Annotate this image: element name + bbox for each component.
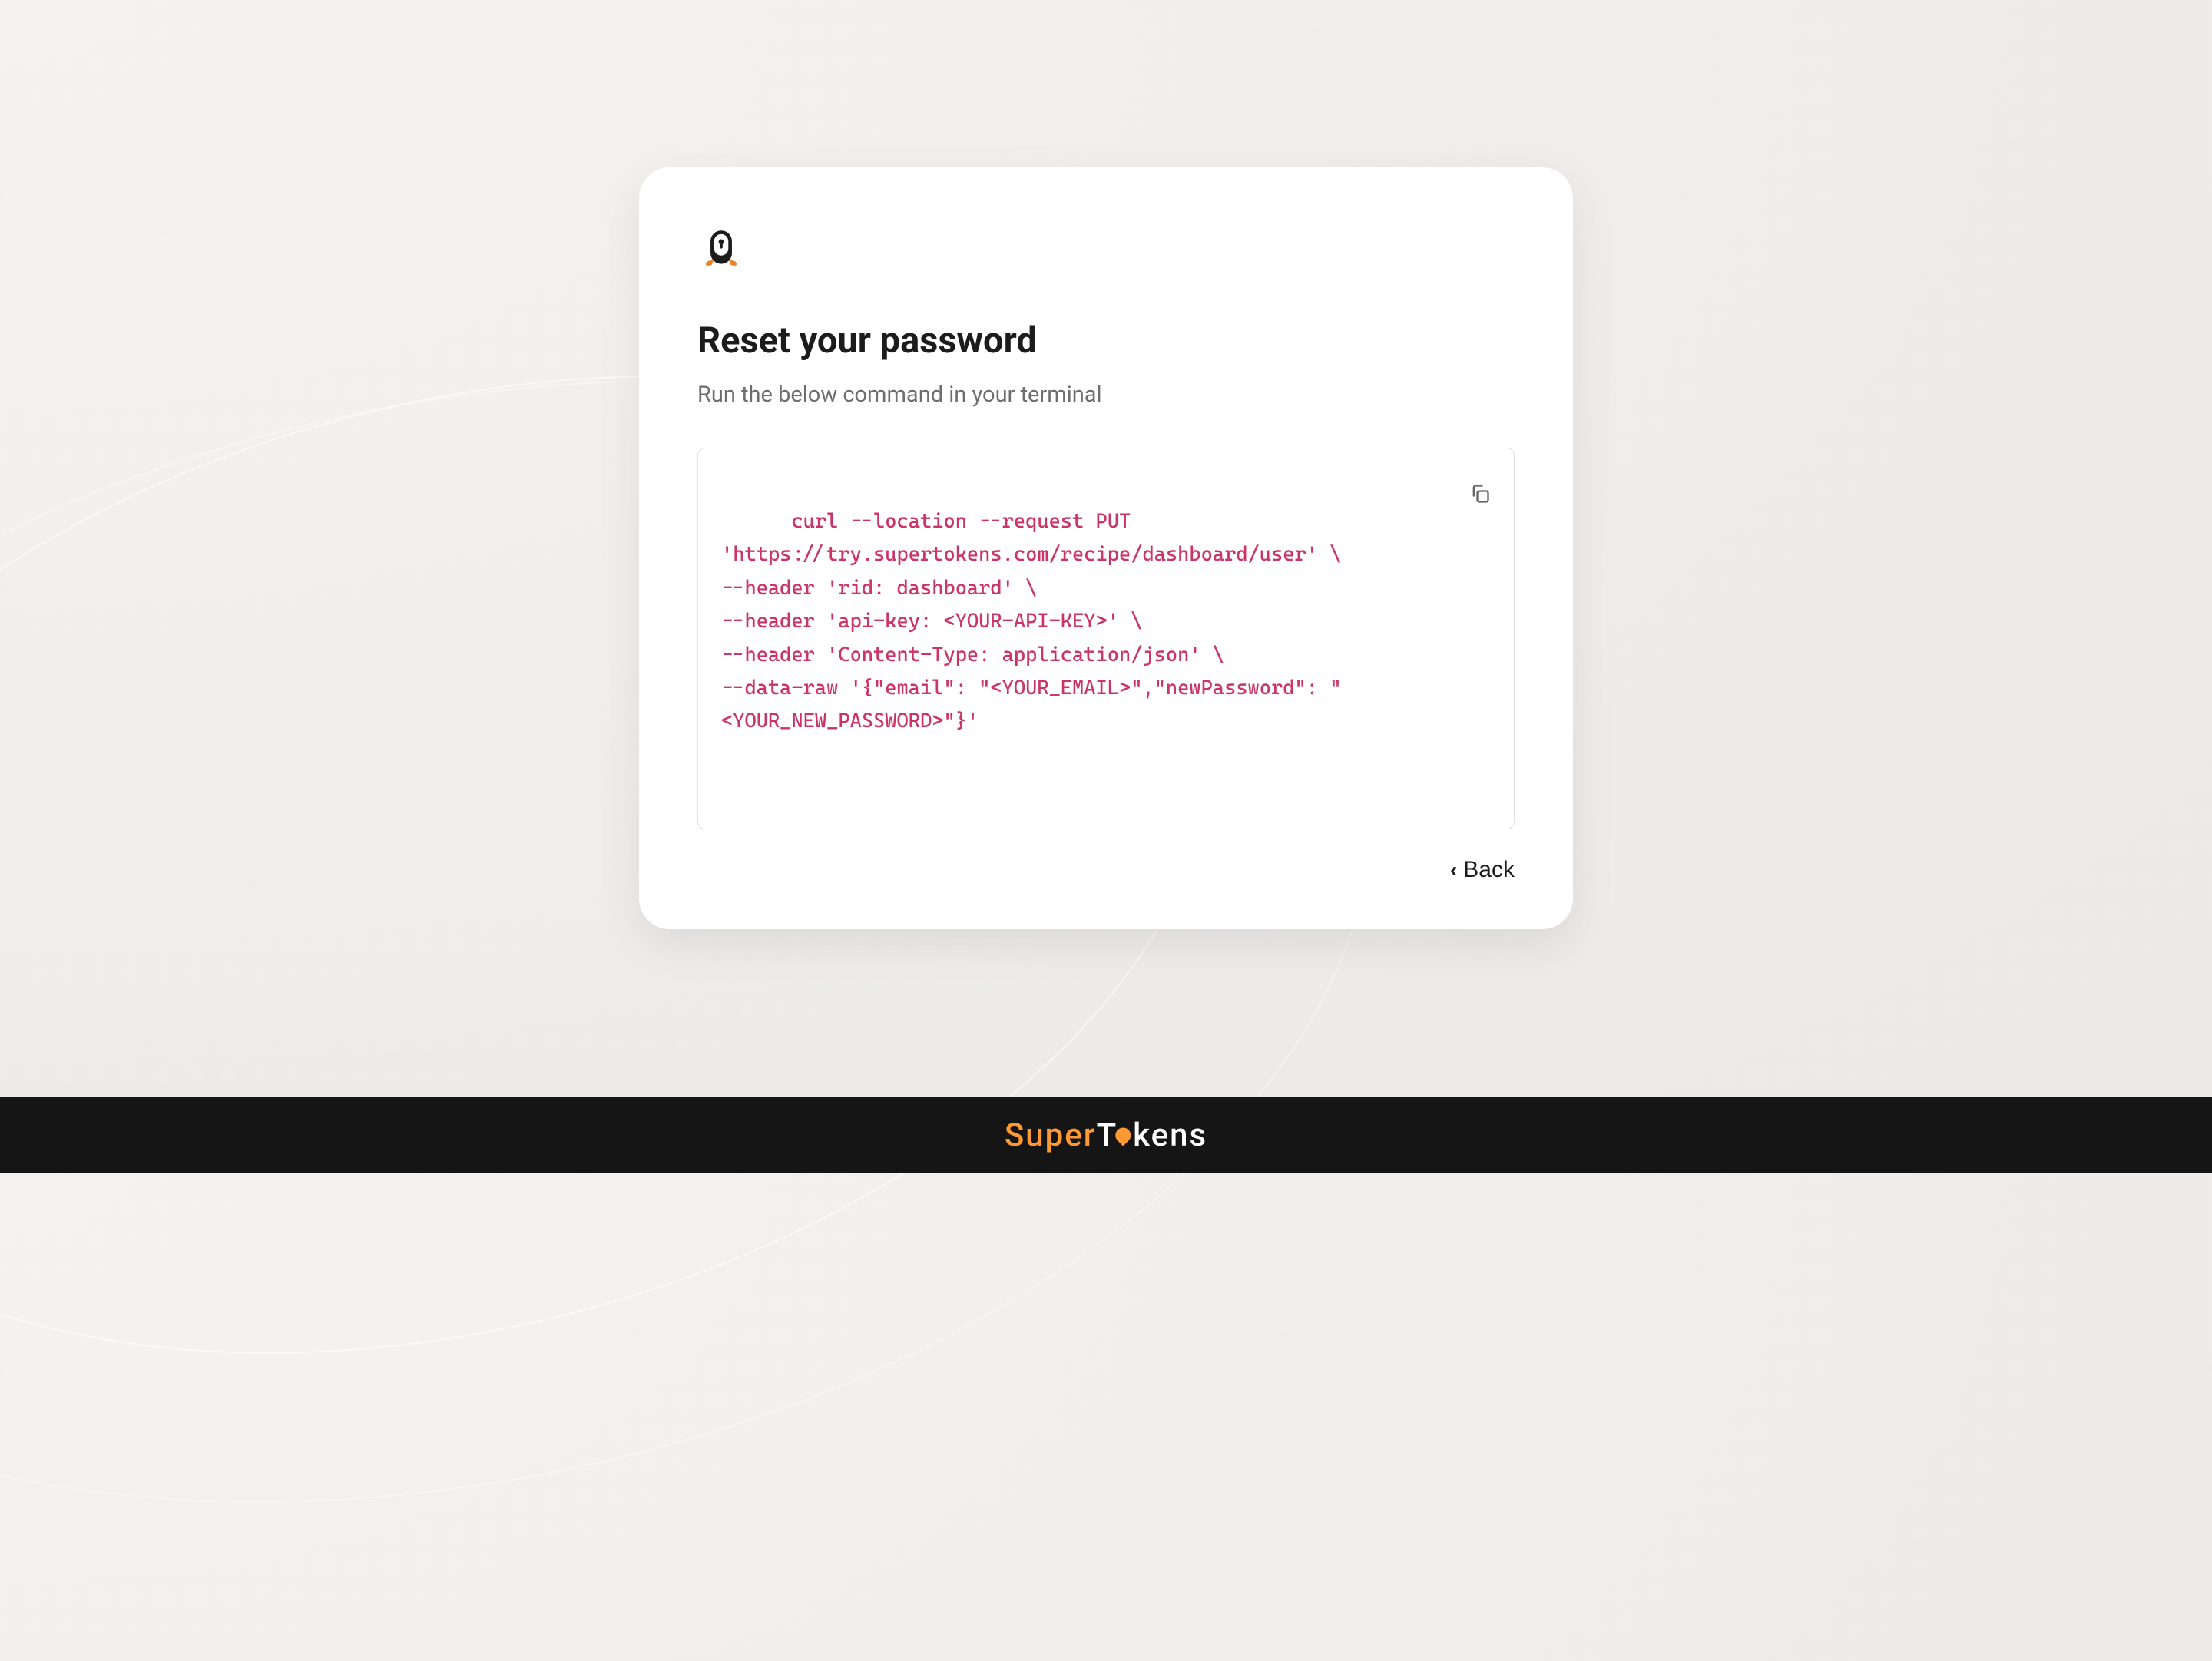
main-container: Reset your password Run the below comman… [0, 0, 2212, 1097]
back-button[interactable]: ‹ Back [1450, 857, 1515, 883]
footer: SuperTkens [0, 1097, 2212, 1173]
chevron-left-icon: ‹ [1450, 858, 1457, 882]
terminal-command-block: curl --location --request PUT 'https://t… [697, 448, 1515, 829]
terminal-command-text: curl --location --request PUT 'https://t… [721, 510, 1341, 733]
card-title: Reset your password [697, 319, 1515, 362]
footer-brand-logo: SuperTkens [1005, 1117, 1207, 1154]
footer-brand-prefix: Super [1005, 1117, 1097, 1154]
back-row: ‹ Back [697, 857, 1515, 883]
reset-password-card: Reset your password Run the below comman… [639, 167, 1573, 928]
card-subtitle: Run the below command in your terminal [697, 382, 1515, 408]
supertokens-logo-icon [697, 226, 1515, 276]
footer-brand-suffix: kens [1133, 1117, 1207, 1154]
back-label: Back [1463, 857, 1515, 883]
copy-button[interactable] [1442, 467, 1495, 523]
copy-icon [1469, 483, 1491, 505]
